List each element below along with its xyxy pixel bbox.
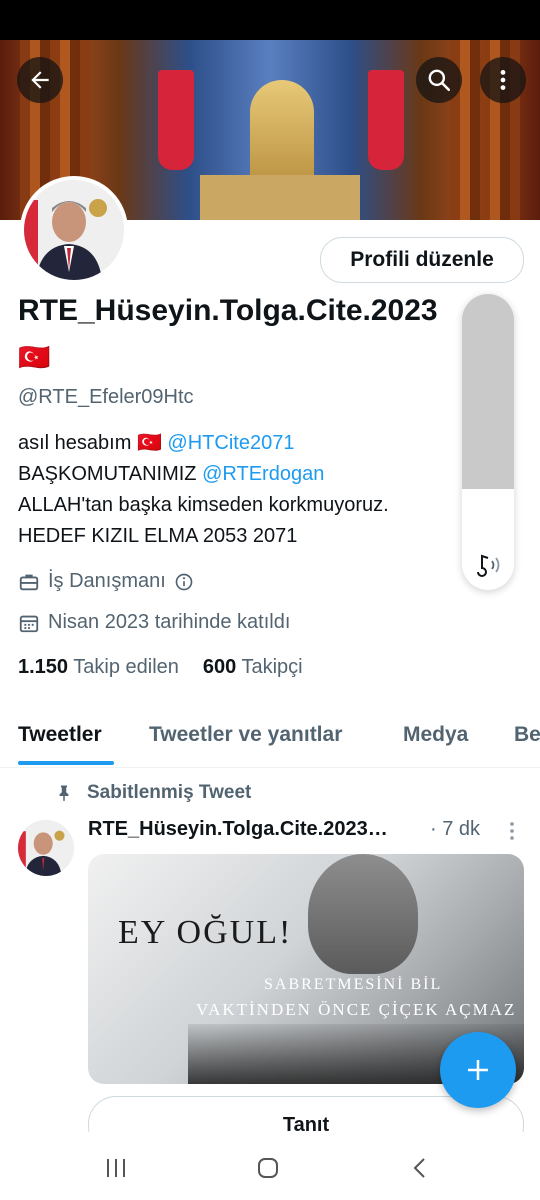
- briefcase-icon: [19, 574, 39, 590]
- avatar-image: [18, 820, 74, 876]
- search-icon: [428, 69, 451, 92]
- back-nav-icon[interactable]: [408, 1156, 432, 1180]
- info-icon[interactable]: [174, 572, 194, 592]
- profile-tabs: Tweetler Tweetler ve yanıtlar Medya Be: [0, 715, 540, 768]
- vertical-dots-icon: [500, 70, 506, 90]
- tab-media[interactable]: Medya: [403, 723, 468, 747]
- plus-icon: [468, 1060, 488, 1080]
- volume-fill: [462, 294, 514, 490]
- image-caption-line1: SABRETMESİNİ BİL: [264, 976, 443, 993]
- back-button[interactable]: [17, 57, 63, 103]
- vertical-dots-icon: [510, 822, 514, 840]
- bio-mention-link[interactable]: @HTCite2071: [167, 432, 294, 454]
- search-button[interactable]: [416, 57, 462, 103]
- bio-mention-link[interactable]: @RTErdogan: [202, 463, 324, 485]
- bio-text: asıl hesabım: [18, 432, 132, 454]
- home-icon[interactable]: [256, 1156, 280, 1180]
- followers-label: Takipçi: [241, 656, 303, 678]
- edit-profile-button[interactable]: Profili düzenle: [320, 237, 524, 283]
- bio-flag-emoji: 🇹🇷: [136, 432, 162, 454]
- volume-slider[interactable]: [462, 294, 514, 590]
- bio-text: BAŞKOMUTANIMIZ: [18, 463, 197, 485]
- following-label: Takip edilen: [73, 656, 179, 678]
- tab-tweets[interactable]: Tweetler: [18, 723, 102, 747]
- job-label: İş Danışmanı: [48, 570, 166, 592]
- profile-job: İş Danışmanı: [18, 570, 194, 593]
- bio-text: HEDEF KIZIL ELMA 2053 2071: [18, 525, 298, 547]
- tab-tweets-and-replies[interactable]: Tweetler ve yanıtlar: [149, 723, 342, 747]
- active-tab-indicator: [18, 761, 114, 765]
- pinned-label: Sabitlenmiş Tweet: [55, 782, 251, 804]
- image-title-text: EY OĞUL!: [118, 914, 293, 951]
- bio-text: ALLAH'tan başka kimseden korkmuyoruz.: [18, 494, 389, 516]
- name-flag-emoji: 🇹🇷: [18, 342, 51, 372]
- following-count: 1.150: [18, 656, 69, 678]
- followers-stat[interactable]: 600 Takipçi: [203, 656, 303, 679]
- joined-label: Nisan 2023 tarihinde katıldı: [48, 611, 291, 633]
- tweet-author-name[interactable]: RTE_Hüseyin.Tolga.Cite.2023…: [88, 818, 428, 841]
- profile-display-name: RTE_Hüseyin.Tolga.Cite.2023: [18, 294, 438, 327]
- tweet-timestamp: · 7 dk: [430, 818, 481, 840]
- followers-count: 600: [202, 656, 237, 678]
- following-stat[interactable]: 1.150 Takip edilen: [18, 656, 179, 679]
- compose-tweet-button[interactable]: [440, 1032, 516, 1108]
- tweet-more-button[interactable]: [506, 820, 518, 847]
- profile-joined: Nisan 2023 tarihinde katıldı: [18, 611, 290, 634]
- status-bar: [0, 0, 540, 40]
- profile-handle: @RTE_Efeler09Htc: [18, 386, 194, 408]
- more-options-button[interactable]: [480, 57, 526, 103]
- profile-bio: asıl hesabım 🇹🇷 @HTCite2071 BAŞKOMUTANIM…: [18, 428, 478, 552]
- music-volume-icon: [477, 554, 500, 577]
- system-navigation-bar: [0, 1132, 540, 1200]
- arrow-left-icon: [31, 71, 49, 89]
- recent-apps-icon[interactable]: [104, 1156, 128, 1180]
- pin-icon: [59, 785, 69, 802]
- pinned-text: Sabitlenmiş Tweet: [87, 782, 252, 803]
- calendar-icon: [19, 615, 39, 632]
- tab-likes[interactable]: Be: [514, 723, 540, 747]
- image-caption-line2: VAKTİNDEN ÖNCE ÇİÇEK AÇMAZ: [196, 1000, 517, 1019]
- follow-stats: 1.150 Takip edilen 600 Takipçi: [18, 656, 303, 679]
- tweet-avatar[interactable]: [18, 820, 74, 876]
- avatar-image: [24, 180, 124, 280]
- profile-avatar[interactable]: [20, 176, 128, 284]
